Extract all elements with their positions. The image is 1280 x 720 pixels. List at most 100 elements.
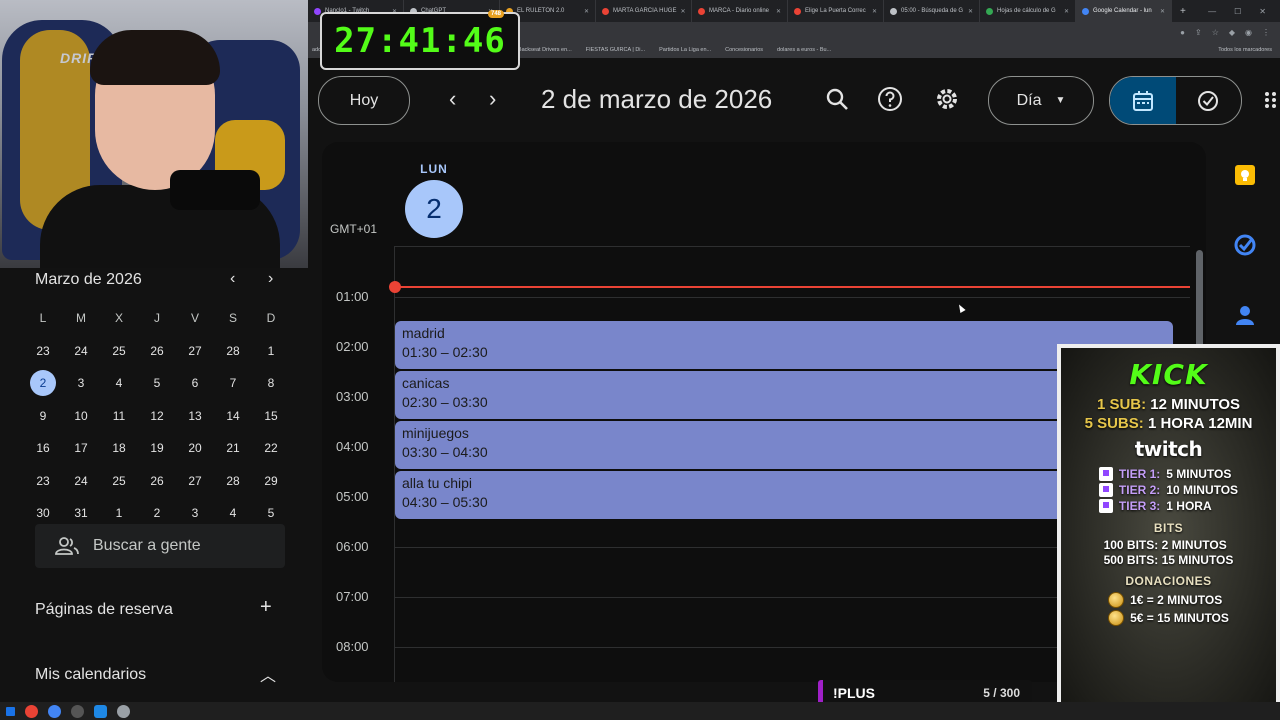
mini-day-cell[interactable]: 14 xyxy=(214,400,252,433)
search-icon[interactable] xyxy=(822,84,852,114)
mini-day-cell[interactable]: 16 xyxy=(24,432,62,465)
calendar-view-toggle[interactable] xyxy=(1110,77,1176,124)
mini-day-cell[interactable]: 13 xyxy=(176,400,214,433)
mini-day-cell[interactable]: 24 xyxy=(62,335,100,368)
mini-day-cell[interactable]: 26 xyxy=(138,465,176,498)
mini-day-cell[interactable]: 11 xyxy=(100,400,138,433)
view-selector-dropdown[interactable]: Día ▼ xyxy=(988,76,1094,125)
mini-day-cell[interactable]: 18 xyxy=(100,432,138,465)
bookmark-star-icon[interactable]: ☆ xyxy=(1212,28,1219,37)
twitch-glitch-icon xyxy=(1098,467,1113,481)
mini-day-cell[interactable]: 9 xyxy=(24,400,62,433)
mini-day-cell[interactable]: 4 xyxy=(100,367,138,400)
new-tab-button[interactable]: + xyxy=(1172,6,1194,17)
mini-day-cell[interactable]: 28 xyxy=(214,465,252,498)
people-icon xyxy=(55,537,79,555)
today-button[interactable]: Hoy xyxy=(318,76,410,125)
minimize-icon[interactable]: — xyxy=(1208,7,1216,16)
mini-day-cell[interactable]: 17 xyxy=(62,432,100,465)
chrome-icon[interactable] xyxy=(25,704,38,718)
browser-tab[interactable]: Elige La Puerta Correc ✕ xyxy=(788,0,884,22)
browser-tab[interactable]: 05:00 - Búsqueda de G ✕ xyxy=(884,0,980,22)
mini-day-cell[interactable]: 21 xyxy=(214,432,252,465)
mini-day-cell[interactable]: 10 xyxy=(62,400,100,433)
tasks-icon[interactable] xyxy=(1234,234,1256,256)
settings-gear-icon[interactable] xyxy=(932,84,962,114)
tab-close-icon[interactable]: ✕ xyxy=(1160,8,1165,15)
mini-day-cell[interactable]: 1 xyxy=(252,335,290,368)
tab-close-icon[interactable]: ✕ xyxy=(776,8,781,15)
prev-day-icon[interactable]: ‹ xyxy=(449,86,456,112)
close-window-icon[interactable]: ✕ xyxy=(1259,7,1266,16)
bookmark-item[interactable]: Concesionarios xyxy=(725,47,763,53)
share-icon[interactable]: ⇪ xyxy=(1195,28,1202,37)
mini-prev-month-icon[interactable]: ‹ xyxy=(230,270,235,288)
mini-day-number: 14 xyxy=(226,408,240,423)
tab-close-icon[interactable]: ✕ xyxy=(680,8,685,15)
mini-next-month-icon[interactable]: › xyxy=(268,270,273,288)
keep-icon[interactable] xyxy=(1234,164,1256,186)
mini-day-cell[interactable]: 25 xyxy=(100,335,138,368)
mini-day-cell[interactable]: 19 xyxy=(138,432,176,465)
mini-day-cell[interactable]: 12 xyxy=(138,400,176,433)
browser-tab[interactable]: Hojas de cálculo de G ✕ xyxy=(980,0,1076,22)
tab-favicon-icon xyxy=(314,7,321,15)
mini-day-cell[interactable]: 26 xyxy=(138,335,176,368)
mini-day-cell[interactable]: 8 xyxy=(252,367,290,400)
mini-day-cell[interactable]: 23 xyxy=(24,465,62,498)
tab-close-icon[interactable]: ✕ xyxy=(1064,8,1069,15)
chrome-profile-icon[interactable] xyxy=(48,704,61,718)
kick-logo: KICK xyxy=(1129,358,1208,391)
chevron-up-icon[interactable]: ︿ xyxy=(260,662,276,686)
tab-close-icon[interactable]: ✕ xyxy=(584,8,589,15)
start-menu-icon[interactable] xyxy=(6,706,15,716)
browser-tab[interactable]: Google Calendar - lun ✕ xyxy=(1076,0,1172,22)
next-day-icon[interactable]: › xyxy=(489,86,496,112)
search-people-input[interactable]: Buscar a gente xyxy=(35,524,285,568)
mini-day-cell[interactable]: 20 xyxy=(176,432,214,465)
tasks-view-toggle[interactable] xyxy=(1176,77,1242,124)
mini-day-cell[interactable]: 25 xyxy=(100,465,138,498)
tab-favicon-icon xyxy=(602,7,609,15)
day-number[interactable]: 2 xyxy=(405,180,463,238)
bookmark-item[interactable]: Backseat Drivers en... xyxy=(518,47,572,53)
add-booking-page-icon[interactable]: + xyxy=(260,596,272,619)
mini-day-cell[interactable]: 27 xyxy=(176,335,214,368)
app-icon[interactable] xyxy=(94,704,107,718)
bookmark-item[interactable]: dolares a euros - Bu... xyxy=(777,47,831,53)
mini-day-cell[interactable]: 23 xyxy=(24,335,62,368)
mini-day-number: 28 xyxy=(226,343,240,358)
maximize-icon[interactable]: ☐ xyxy=(1234,7,1241,16)
obs-icon[interactable] xyxy=(71,704,84,718)
tasks-check-icon xyxy=(1198,90,1219,111)
mini-day-cell[interactable]: 3 xyxy=(62,367,100,400)
tab-close-icon[interactable]: ✕ xyxy=(872,8,877,15)
mini-day-cell[interactable]: 24 xyxy=(62,465,100,498)
google-apps-icon[interactable] xyxy=(1264,90,1278,110)
browser-tab[interactable]: MARCA - Diario online ✕ xyxy=(692,0,788,22)
mini-day-cell[interactable]: 5 xyxy=(138,367,176,400)
my-calendars-heading[interactable]: Mis calendarios xyxy=(35,666,146,684)
contacts-icon[interactable] xyxy=(1234,304,1256,326)
extensions-icon[interactable]: ◆ xyxy=(1229,28,1235,37)
mini-day-cell[interactable]: 2 xyxy=(24,367,62,400)
tab-close-icon[interactable]: ✕ xyxy=(968,8,973,15)
settings-app-icon[interactable] xyxy=(117,704,130,718)
mini-day-cell[interactable]: 27 xyxy=(176,465,214,498)
help-icon[interactable] xyxy=(875,84,905,114)
mini-day-cell[interactable]: 28 xyxy=(214,335,252,368)
profile-avatar[interactable]: ◉ xyxy=(1245,28,1252,37)
twitch-logo: twitch xyxy=(1134,437,1203,461)
extension-icon[interactable]: ● xyxy=(1180,28,1185,37)
browser-tab[interactable]: MARTA GARCIA HUGE ✕ xyxy=(596,0,692,22)
browser-menu-icon[interactable]: ⋮ xyxy=(1262,28,1270,37)
mini-day-number: 25 xyxy=(112,473,126,488)
bookmark-item[interactable]: FIESTAS GUIRCA | Di... xyxy=(586,47,645,53)
mini-day-cell[interactable]: 7 xyxy=(214,367,252,400)
mini-day-cell[interactable]: 29 xyxy=(252,465,290,498)
mini-day-cell[interactable]: 15 xyxy=(252,400,290,433)
bookmark-item[interactable]: Partidos La Liga en... xyxy=(659,47,711,53)
mini-day-cell[interactable]: 22 xyxy=(252,432,290,465)
mini-day-cell[interactable]: 6 xyxy=(176,367,214,400)
all-bookmarks-link[interactable]: Todos los marcadores xyxy=(1218,47,1280,53)
